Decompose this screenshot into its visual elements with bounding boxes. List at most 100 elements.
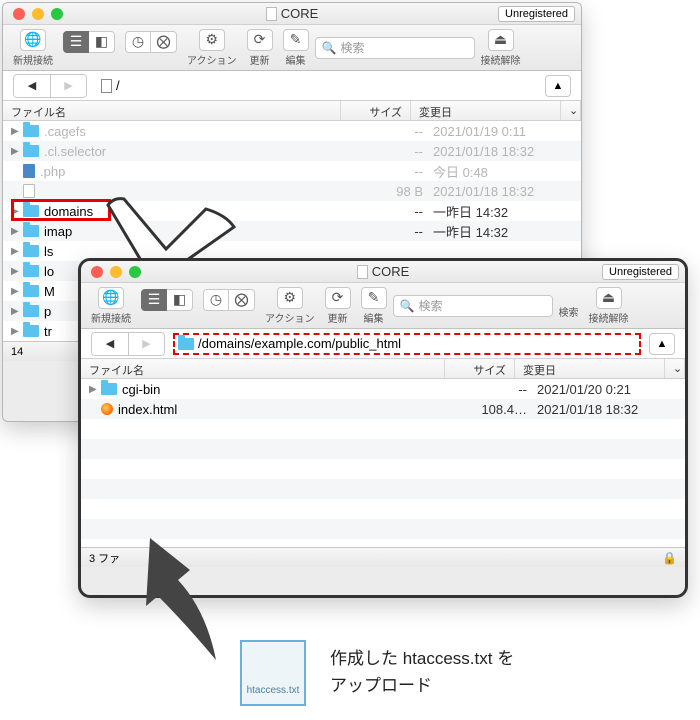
history-button[interactable]: ◷⨂	[121, 29, 181, 67]
table-row[interactable]: ▶imap--一昨日 14:32	[3, 221, 581, 241]
list-header[interactable]: ファイル名 サイズ 変更日 ⌄	[81, 359, 685, 379]
folder-icon	[101, 383, 117, 395]
list-view-icon[interactable]: ☰	[63, 31, 89, 53]
table-row[interactable]: ▶domains--一昨日 14:32	[3, 201, 581, 221]
pencil-icon: ✎	[283, 29, 309, 51]
forward-button[interactable]: ▶	[50, 75, 86, 97]
gear-icon: ⚙︎	[199, 29, 225, 51]
clock-icon[interactable]: ◷	[125, 31, 151, 53]
file-date: 2021/01/18 18:32	[423, 144, 573, 159]
back-button[interactable]: ◀	[14, 75, 50, 97]
list-header[interactable]: ファイル名 サイズ 変更日 ⌄	[3, 101, 581, 121]
disclosure-triangle-icon[interactable]: ▶	[11, 226, 23, 237]
disclosure-triangle-icon[interactable]: ▶	[11, 186, 23, 197]
disclosure-triangle-icon[interactable]: ▶	[11, 126, 23, 137]
table-row[interactable]: ▶cgi-bin--2021/01/20 0:21	[81, 379, 685, 399]
disconnect-button[interactable]: ⏏接続解除	[477, 27, 525, 69]
file-name: .cl.selector	[23, 144, 363, 159]
col-date[interactable]: 変更日	[515, 359, 665, 378]
filter-icon[interactable]: ⨂	[229, 289, 255, 311]
file-size: 108.4…	[467, 402, 527, 417]
up-button[interactable]: ▲	[649, 333, 675, 355]
col-date[interactable]: 変更日	[411, 101, 561, 120]
table-row	[81, 439, 685, 459]
gear-icon: ⚙︎	[277, 287, 303, 309]
action-button[interactable]: ⚙︎アクション	[261, 285, 319, 327]
new-connection-button[interactable]: 🌐新規接続	[9, 27, 57, 69]
zoom-icon[interactable]	[129, 266, 141, 278]
back-button[interactable]: ◀	[92, 333, 128, 355]
clock-icon[interactable]: ◷	[203, 289, 229, 311]
search-input[interactable]: 🔍検索	[393, 295, 553, 317]
search-icon: 🔍	[400, 299, 415, 313]
close-icon[interactable]	[91, 266, 103, 278]
list-view-icon[interactable]: ☰	[141, 289, 167, 311]
path-field[interactable]: /	[95, 75, 537, 97]
disclosure-triangle-icon[interactable]: ▶	[89, 404, 101, 415]
file-date: 2021/01/18 18:32	[423, 184, 573, 199]
disclosure-triangle-icon[interactable]: ▶	[11, 286, 23, 297]
window-title: CORE	[81, 264, 685, 279]
file-size: --	[363, 144, 423, 159]
new-connection-button[interactable]: 🌐新規接続	[87, 285, 135, 327]
sort-chevron-icon[interactable]: ⌄	[561, 101, 581, 120]
disclosure-triangle-icon[interactable]: ▶	[11, 246, 23, 257]
forward-button[interactable]: ▶	[128, 333, 164, 355]
up-button[interactable]: ▲	[545, 75, 571, 97]
refresh-button[interactable]: ⟳更新	[243, 27, 277, 69]
refresh-button[interactable]: ⟳更新	[321, 285, 355, 327]
col-size[interactable]: サイズ	[341, 101, 411, 120]
disclosure-triangle-icon[interactable]: ▶	[11, 306, 23, 317]
disclosure-triangle-icon[interactable]: ▶	[11, 266, 23, 277]
table-row	[81, 479, 685, 499]
unregistered-badge: Unregistered	[602, 264, 679, 280]
edit-button[interactable]: ✎編集	[279, 27, 313, 69]
nav-back-forward[interactable]: ◀▶	[13, 74, 87, 98]
titlebar[interactable]: CORE Unregistered	[3, 3, 581, 25]
edit-button[interactable]: ✎編集	[357, 285, 391, 327]
path-field[interactable]: /domains/example.com/public_html	[173, 333, 641, 355]
table-row[interactable]: ▶.cl.selector--2021/01/18 18:32	[3, 141, 581, 161]
disclosure-triangle-icon[interactable]: ▶	[11, 326, 23, 337]
history-button[interactable]: ◷⨂	[199, 287, 259, 325]
disclosure-triangle-icon[interactable]: ▶	[89, 384, 101, 395]
close-icon[interactable]	[13, 8, 25, 20]
php-icon	[23, 164, 35, 178]
table-row[interactable]: ▶.cagefs--2021/01/19 0:11	[3, 121, 581, 141]
disclosure-triangle-icon[interactable]: ▶	[11, 146, 23, 157]
column-view-icon[interactable]: ◧	[167, 289, 193, 311]
view-buttons[interactable]: ☰◧	[137, 287, 197, 325]
disconnect-button[interactable]: ⏏接続解除	[585, 285, 633, 327]
file-list[interactable]: ▶cgi-bin--2021/01/20 0:21▶index.html108.…	[81, 379, 685, 547]
action-button[interactable]: ⚙︎アクション	[183, 27, 241, 69]
zoom-icon[interactable]	[51, 8, 63, 20]
disclosure-triangle-icon[interactable]: ▶	[11, 166, 23, 177]
file-icon	[23, 184, 35, 198]
disclosure-triangle-icon[interactable]: ▶	[11, 206, 23, 217]
file-name: ls	[23, 244, 363, 259]
search-input[interactable]: 🔍検索	[315, 37, 475, 59]
col-name[interactable]: ファイル名	[81, 359, 445, 378]
table-row[interactable]: ▶.php--今日 0:48	[3, 161, 581, 181]
document-icon	[357, 265, 368, 279]
nav-back-forward[interactable]: ◀▶	[91, 332, 165, 356]
lock-icon: 🔒	[662, 551, 677, 565]
filter-icon[interactable]: ⨂	[151, 31, 177, 53]
titlebar[interactable]: CORE Unregistered	[81, 261, 685, 283]
file-name: domains	[23, 204, 363, 219]
minimize-icon[interactable]	[110, 266, 122, 278]
file-size: --	[363, 164, 423, 179]
table-row[interactable]: ▶98 B2021/01/18 18:32	[3, 181, 581, 201]
sort-chevron-icon[interactable]: ⌄	[665, 359, 685, 378]
table-row[interactable]: ▶index.html108.4…2021/01/18 18:32	[81, 399, 685, 419]
col-size[interactable]: サイズ	[445, 359, 515, 378]
window-front: CORE Unregistered 🌐新規接続 ☰◧ ◷⨂ ⚙︎アクション ⟳更…	[78, 258, 688, 598]
column-view-icon[interactable]: ◧	[89, 31, 115, 53]
file-name: index.html	[101, 402, 467, 417]
folder-icon	[23, 145, 39, 157]
col-name[interactable]: ファイル名	[3, 101, 341, 120]
table-row	[81, 499, 685, 519]
view-buttons[interactable]: ☰◧	[59, 29, 119, 67]
unregistered-badge: Unregistered	[498, 6, 575, 22]
minimize-icon[interactable]	[32, 8, 44, 20]
